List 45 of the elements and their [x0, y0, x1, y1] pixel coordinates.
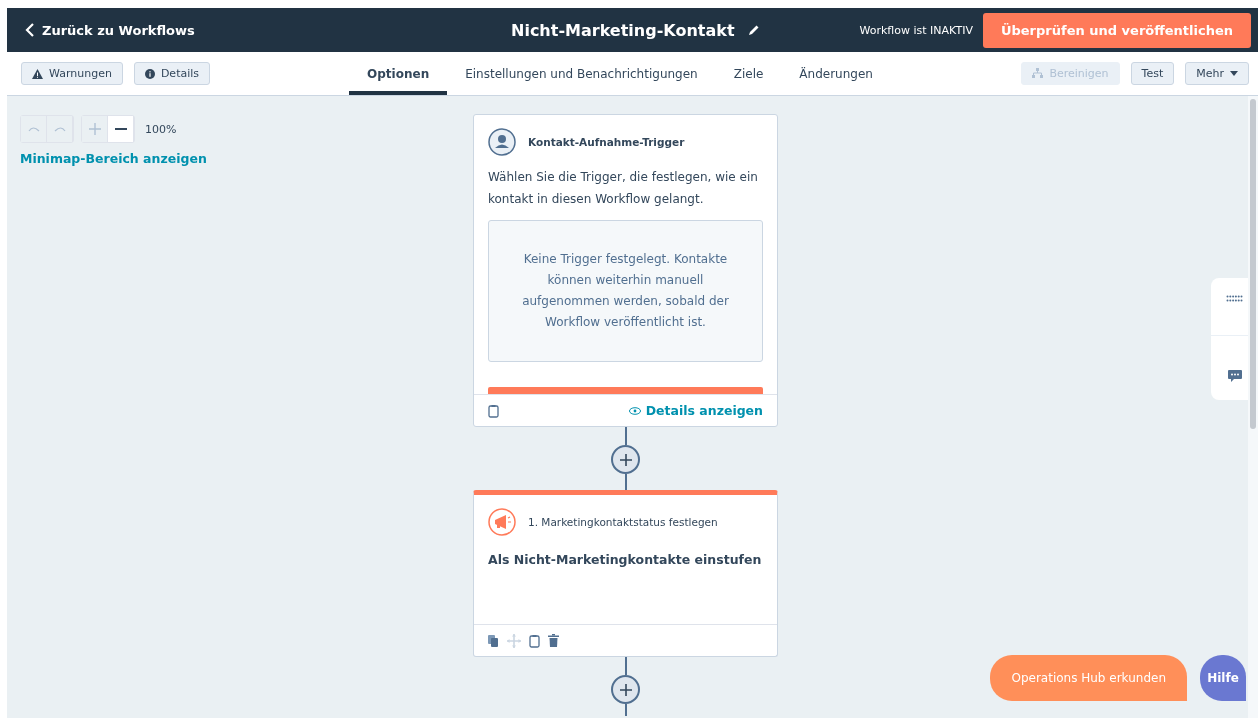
plus-icon: [619, 683, 632, 696]
eye-icon: [628, 406, 641, 415]
back-link[interactable]: Zurück zu Workflows: [25, 22, 445, 38]
clipboard-icon[interactable]: [488, 403, 499, 418]
help-button[interactable]: Hilfe: [1200, 655, 1246, 701]
undo-icon: [27, 125, 40, 133]
info-icon: [144, 68, 155, 79]
zoom-out-button[interactable]: [108, 116, 134, 142]
zoom-level: 100%: [145, 122, 177, 136]
redo-icon: [53, 125, 66, 133]
copy-icon[interactable]: [488, 634, 499, 647]
clipboard-icon[interactable]: [529, 633, 540, 648]
minus-icon: [114, 128, 127, 130]
card-title: Kontakt-Aufnahme-Trigger: [528, 136, 685, 148]
tab[interactable]: Einstellungen und Benachrichtigungen: [447, 56, 716, 95]
plus-icon: [619, 453, 632, 466]
workflow-title: Nicht-Marketing-Kontakt: [511, 20, 735, 40]
pencil-icon[interactable]: [746, 23, 761, 37]
trigger-card[interactable]: [473, 114, 778, 427]
chat-bubble-icon[interactable]: [1227, 370, 1242, 384]
plus-icon: [88, 123, 101, 135]
megaphone-icon: [488, 508, 516, 536]
toolbar-button[interactable]: Mehr: [1185, 62, 1249, 85]
add-step-button[interactable]: [611, 675, 640, 704]
details-link[interactable]: Details anzeigen: [628, 403, 763, 418]
toolbar-button[interactable]: Details: [133, 62, 211, 85]
grid-dots-icon[interactable]: [1226, 294, 1243, 302]
add-step-button[interactable]: [611, 445, 640, 474]
trash-icon[interactable]: [548, 634, 559, 647]
toolbar-button[interactable]: Test: [1130, 62, 1175, 85]
scrollbar[interactable]: [1248, 96, 1258, 718]
person-icon: [488, 128, 516, 156]
tab[interactable]: Ziele: [715, 56, 782, 95]
card-description: Wählen Sie die Trigger, die festlegen, wie ein kontakt in diesen Workflow gelangt.: [488, 169, 759, 208]
warning-icon: [32, 68, 43, 79]
card-title: 1. Marketingkontaktstatus festlegen: [528, 516, 718, 528]
chevron-left-icon: [25, 22, 35, 38]
action-card[interactable]: 1. Marketingkontaktstatus festlegen Als Nicht-Marketingkontakte einstufen: [473, 490, 778, 657]
toolbar-button[interactable]: Warnungen: [21, 62, 123, 85]
empty-trigger-text: Keine Trigger festgelegt. Kontakte können weiterhin manuell aufgenommen werden, sobald der Workflow veröffentlicht ist.: [521, 251, 730, 331]
tab[interactable]: Änderungen: [781, 56, 891, 95]
caret-icon: [1230, 71, 1238, 76]
hierarchy-icon: [1032, 68, 1044, 79]
workflow-status: Workflow ist INAKTIV: [859, 23, 973, 37]
action-summary: Als Nicht-Marketingkontakte einstufen: [488, 552, 763, 569]
